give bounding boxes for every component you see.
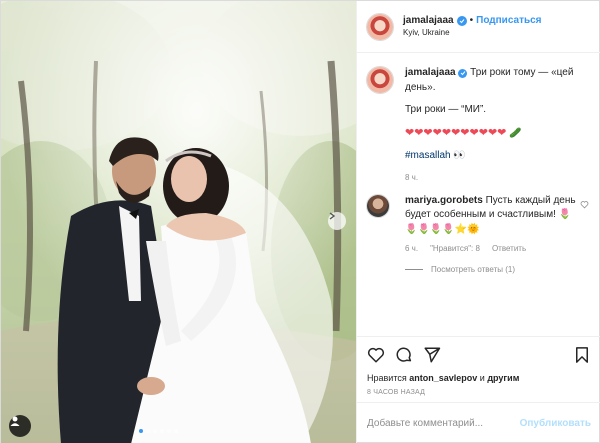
comment-likes[interactable]: "Нравится": 8 bbox=[430, 243, 480, 255]
likes-others[interactable]: другим bbox=[487, 373, 519, 383]
carousel-dot bbox=[167, 429, 171, 433]
tagged-people-button[interactable] bbox=[9, 415, 31, 437]
next-photo-button[interactable] bbox=[328, 212, 346, 230]
post-photo[interactable] bbox=[1, 1, 356, 443]
reply-button[interactable]: Ответить bbox=[492, 243, 526, 255]
carousel-dot bbox=[174, 429, 178, 433]
comment-avatar[interactable] bbox=[366, 193, 390, 218]
verified-badge-icon bbox=[458, 68, 468, 78]
post-side-panel: jamalajaaa • Подписаться Kyiv, Ukraine j… bbox=[356, 1, 600, 443]
carousel-dot bbox=[139, 429, 143, 433]
hashtag-emoji: 👀 bbox=[453, 150, 466, 162]
caption-text-line2: Три роки — “МИ”. bbox=[405, 104, 487, 115]
comment-time[interactable]: 6 ч. bbox=[405, 243, 418, 255]
instagram-post-modal: jamalajaaa • Подписаться Kyiv, Ukraine j… bbox=[0, 0, 600, 443]
location-link[interactable]: Kyiv, Ukraine bbox=[403, 28, 450, 37]
avatar[interactable] bbox=[366, 13, 394, 41]
caption: jamalajaaa Три роки тому — «цей день». Т… bbox=[357, 54, 600, 184]
caption-avatar[interactable] bbox=[366, 66, 394, 94]
comment-like-heart-icon[interactable] bbox=[580, 200, 589, 215]
view-replies-button[interactable]: Посмотреть ответы (1) bbox=[405, 265, 600, 274]
post-date[interactable]: 8 ЧАСОВ НАЗАД bbox=[367, 389, 591, 396]
chevron-right-icon bbox=[329, 212, 336, 220]
likes-suffix: и bbox=[479, 373, 485, 383]
carousel-dot bbox=[153, 429, 157, 433]
comment-username[interactable]: mariya.gorobets bbox=[405, 195, 483, 206]
publish-button[interactable]: Опубликовать bbox=[520, 418, 591, 429]
heart-icon[interactable] bbox=[367, 346, 385, 367]
header-username[interactable]: jamalajaaa bbox=[403, 15, 454, 26]
comment-input[interactable] bbox=[367, 418, 520, 429]
post-actions: Нравится anton_savlepov и другим 8 ЧАСОВ… bbox=[357, 336, 600, 402]
person-icon bbox=[10, 416, 20, 426]
likes-user[interactable]: anton_savlepov bbox=[409, 373, 477, 383]
likes-summary: Нравится anton_savlepov и другим bbox=[367, 373, 591, 383]
replies-line bbox=[405, 268, 423, 270]
bookmark-icon[interactable] bbox=[573, 346, 591, 367]
hashtag-link[interactable]: #masallah bbox=[405, 150, 451, 161]
caption-username[interactable]: jamalajaaa bbox=[405, 67, 456, 78]
comment-icon[interactable] bbox=[395, 346, 413, 367]
follow-button[interactable]: Подписаться bbox=[476, 15, 541, 26]
carousel-dot bbox=[146, 429, 150, 433]
comments-list[interactable]: jamalajaaa Три роки тому — «цей день». Т… bbox=[357, 54, 600, 336]
post-header: jamalajaaa • Подписаться Kyiv, Ukraine bbox=[357, 1, 600, 53]
wedding-photo-illustration bbox=[1, 1, 356, 443]
share-icon[interactable] bbox=[423, 346, 441, 367]
separator-dot: • bbox=[469, 15, 474, 26]
caption-hearts-tail: 🥒 bbox=[509, 127, 522, 139]
comment-item: mariya.gorobets Пусть каждый день будет … bbox=[357, 184, 600, 255]
add-comment-bar: Опубликовать bbox=[357, 402, 600, 443]
likes-prefix: Нравится bbox=[367, 373, 407, 383]
carousel-indicator bbox=[139, 429, 178, 433]
carousel-dot bbox=[160, 429, 164, 433]
caption-time[interactable]: 8 ч. bbox=[405, 172, 591, 184]
caption-hearts: ❤❤❤❤❤❤❤❤❤❤❤ bbox=[405, 126, 507, 139]
view-replies-label: Посмотреть ответы (1) bbox=[431, 264, 516, 274]
verified-badge-icon bbox=[456, 15, 467, 26]
